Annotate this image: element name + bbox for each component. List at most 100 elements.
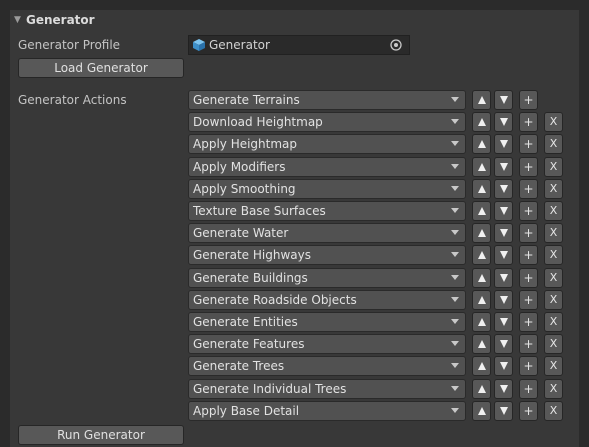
- move-down-button[interactable]: [494, 179, 513, 199]
- move-up-button[interactable]: [472, 223, 491, 243]
- move-down-button[interactable]: [494, 157, 513, 177]
- action-dropdown-label: Apply Base Detail: [193, 404, 300, 418]
- remove-action-button[interactable]: X: [544, 223, 563, 243]
- move-down-button[interactable]: [494, 401, 513, 421]
- remove-action-button[interactable]: X: [544, 290, 563, 310]
- action-row: Apply Modifiers + X: [188, 157, 568, 177]
- move-up-button[interactable]: [472, 334, 491, 354]
- add-action-button[interactable]: +: [519, 179, 538, 199]
- move-down-button[interactable]: [494, 312, 513, 332]
- action-dropdown[interactable]: Generate Roadside Objects: [188, 290, 466, 310]
- move-down-button[interactable]: [494, 134, 513, 154]
- action-dropdown[interactable]: Generate Terrains: [188, 90, 466, 110]
- add-action-button[interactable]: +: [519, 401, 538, 421]
- action-dropdown-label: Generate Individual Trees: [193, 382, 347, 396]
- action-dropdown[interactable]: Apply Modifiers: [188, 157, 466, 177]
- add-action-button[interactable]: +: [519, 356, 538, 376]
- action-row: Texture Base Surfaces + X: [188, 201, 568, 221]
- action-dropdown-label: Apply Modifiers: [193, 160, 286, 174]
- action-row: Download Heightmap + X: [188, 112, 568, 132]
- dropdown-arrow-icon: [451, 319, 459, 324]
- load-generator-button[interactable]: Load Generator: [18, 58, 184, 78]
- remove-action-button[interactable]: X: [544, 157, 563, 177]
- move-down-button[interactable]: [494, 245, 513, 265]
- dropdown-arrow-icon: [451, 252, 459, 257]
- move-up-button[interactable]: [472, 312, 491, 332]
- remove-action-button[interactable]: X: [544, 134, 563, 154]
- move-up-button[interactable]: [472, 90, 491, 110]
- remove-action-button[interactable]: X: [544, 356, 563, 376]
- generator-profile-field[interactable]: Generator: [188, 35, 410, 55]
- move-up-button[interactable]: [472, 245, 491, 265]
- remove-action-button[interactable]: X: [544, 179, 563, 199]
- add-action-button[interactable]: +: [519, 223, 538, 243]
- action-dropdown-label: Generate Roadside Objects: [193, 293, 357, 307]
- move-up-button[interactable]: [472, 290, 491, 310]
- move-down-button[interactable]: [494, 379, 513, 399]
- remove-action-button[interactable]: X: [544, 312, 563, 332]
- move-up-button[interactable]: [472, 201, 491, 221]
- action-dropdown[interactable]: Generate Features: [188, 334, 466, 354]
- remove-action-button[interactable]: X: [544, 268, 563, 288]
- remove-action-button[interactable]: X: [544, 401, 563, 421]
- foldout-arrow-icon[interactable]: ▼: [14, 10, 24, 30]
- move-up-button[interactable]: [472, 379, 491, 399]
- add-action-button[interactable]: +: [519, 312, 538, 332]
- action-row: Generate Trees + X: [188, 356, 568, 376]
- action-dropdown[interactable]: Download Heightmap: [188, 112, 466, 132]
- add-action-button[interactable]: +: [519, 157, 538, 177]
- add-action-button[interactable]: +: [519, 245, 538, 265]
- add-action-button[interactable]: +: [519, 90, 538, 110]
- action-dropdown[interactable]: Apply Heightmap: [188, 134, 466, 154]
- generator-section-header[interactable]: ▼ Generator: [10, 10, 579, 30]
- move-down-button[interactable]: [494, 223, 513, 243]
- action-row: Generate Water + X: [188, 223, 568, 243]
- section-title: Generator: [26, 13, 95, 27]
- action-dropdown[interactable]: Generate Highways: [188, 245, 466, 265]
- move-down-button[interactable]: [494, 112, 513, 132]
- move-down-button[interactable]: [494, 290, 513, 310]
- remove-action-button[interactable]: X: [544, 245, 563, 265]
- dropdown-arrow-icon: [451, 386, 459, 391]
- move-up-button[interactable]: [472, 401, 491, 421]
- action-dropdown[interactable]: Generate Entities: [188, 312, 466, 332]
- remove-action-button[interactable]: X: [544, 379, 563, 399]
- action-dropdown[interactable]: Generate Individual Trees: [188, 379, 466, 399]
- add-action-button[interactable]: +: [519, 379, 538, 399]
- dropdown-arrow-icon: [451, 186, 459, 191]
- move-down-button[interactable]: [494, 334, 513, 354]
- dropdown-arrow-icon: [451, 297, 459, 302]
- move-down-button[interactable]: [494, 356, 513, 376]
- dropdown-arrow-icon: [451, 230, 459, 235]
- add-action-button[interactable]: +: [519, 112, 538, 132]
- action-dropdown[interactable]: Generate Water: [188, 223, 466, 243]
- move-up-button[interactable]: [472, 356, 491, 376]
- action-dropdown[interactable]: Generate Trees: [188, 356, 466, 376]
- action-dropdown[interactable]: Apply Smoothing: [188, 179, 466, 199]
- add-action-button[interactable]: +: [519, 334, 538, 354]
- remove-action-button[interactable]: X: [544, 201, 563, 221]
- run-generator-button[interactable]: Run Generator: [18, 425, 184, 445]
- move-up-button[interactable]: [472, 179, 491, 199]
- add-action-button[interactable]: +: [519, 134, 538, 154]
- add-action-button[interactable]: +: [519, 290, 538, 310]
- move-up-button[interactable]: [472, 268, 491, 288]
- action-dropdown[interactable]: Texture Base Surfaces: [188, 201, 466, 221]
- move-down-button[interactable]: [494, 268, 513, 288]
- action-row: Generate Highways + X: [188, 245, 568, 265]
- move-up-button[interactable]: [472, 134, 491, 154]
- dropdown-arrow-icon: [451, 164, 459, 169]
- move-down-button[interactable]: [494, 90, 513, 110]
- action-dropdown-label: Generate Highways: [193, 248, 311, 262]
- remove-action-button[interactable]: X: [544, 334, 563, 354]
- action-dropdown[interactable]: Generate Buildings: [188, 268, 466, 288]
- add-action-button[interactable]: +: [519, 268, 538, 288]
- move-up-button[interactable]: [472, 112, 491, 132]
- object-picker-icon[interactable]: [389, 38, 403, 52]
- action-dropdown[interactable]: Apply Base Detail: [188, 401, 466, 421]
- move-up-button[interactable]: [472, 157, 491, 177]
- remove-action-button[interactable]: X: [544, 112, 563, 132]
- move-down-button[interactable]: [494, 201, 513, 221]
- dropdown-arrow-icon: [451, 141, 459, 146]
- add-action-button[interactable]: +: [519, 201, 538, 221]
